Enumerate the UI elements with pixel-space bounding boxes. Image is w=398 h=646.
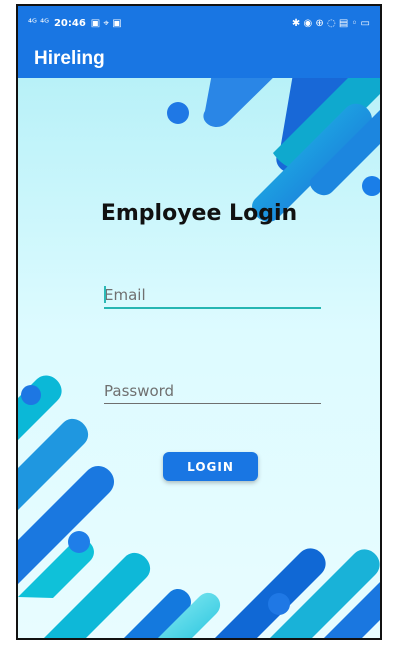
signal-text: ⁴ᴳ ⁴ᴳ [28, 17, 49, 29]
app-title: Hireling [34, 48, 105, 69]
phone-screen: ⁴ᴳ ⁴ᴳ 20:46 ▣ ⌖ ▣ ✱ ◉ ⊕ ◌ ▤ ◦ ▭ Hireling [16, 4, 382, 640]
email-field[interactable] [104, 283, 321, 309]
notification-icons: ▣ ⌖ ▣ [90, 17, 122, 29]
login-button[interactable]: LOGIN [163, 452, 258, 481]
text-cursor [104, 286, 106, 303]
status-right: ✱ ◉ ⊕ ◌ ▤ ◦ ▭ [292, 18, 370, 29]
decorative-background-art [18, 78, 380, 638]
bottom-left-stripes [18, 375, 191, 638]
status-time: 20:46 [53, 17, 86, 29]
login-title: Employee Login [100, 201, 298, 226]
status-left: ⁴ᴳ ⁴ᴳ 20:46 ▣ ⌖ ▣ [28, 18, 122, 29]
status-icons: ✱ ◉ ⊕ ◌ ▤ ◦ ▭ [291, 17, 370, 29]
login-screen: Employee Login LOGIN [18, 78, 380, 638]
status-bar: ⁴ᴳ ⁴ᴳ 20:46 ▣ ⌖ ▣ ✱ ◉ ⊕ ◌ ▤ ◦ ▭ [18, 6, 380, 40]
bottom-right-stripes [158, 548, 380, 638]
password-field[interactable] [104, 379, 321, 404]
app-bar: Hireling [18, 40, 380, 78]
